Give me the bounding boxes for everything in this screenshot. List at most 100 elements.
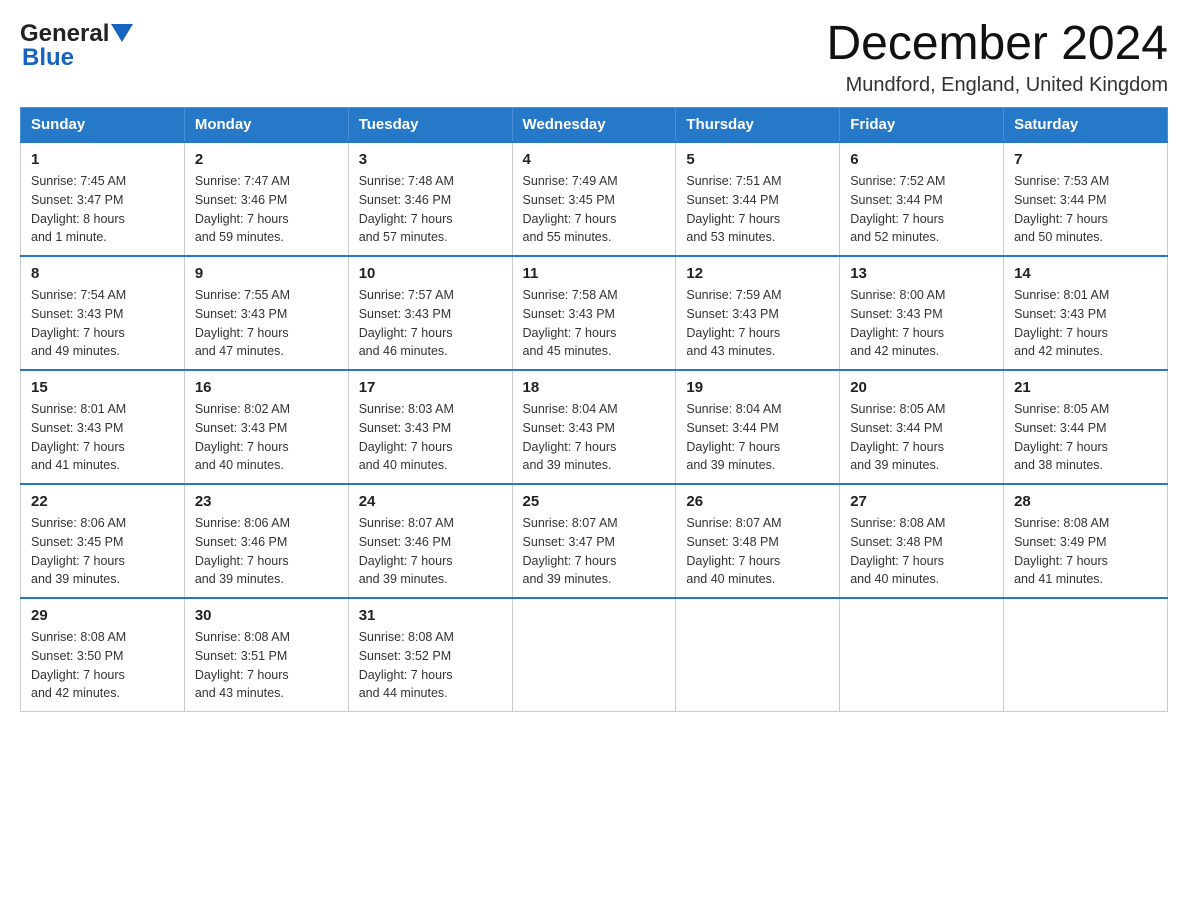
day-info: Sunrise: 8:06 AMSunset: 3:46 PMDaylight:… [195,514,338,589]
day-number: 14 [1014,265,1157,282]
day-info: Sunrise: 8:08 AMSunset: 3:51 PMDaylight:… [195,628,338,703]
calendar-cell: 11 Sunrise: 7:58 AMSunset: 3:43 PMDayligh… [512,256,676,370]
day-number: 1 [31,151,174,168]
calendar-cell: 13 Sunrise: 8:00 AMSunset: 3:43 PMDayligh… [840,256,1004,370]
header-cell-wednesday: Wednesday [512,108,676,143]
calendar-cell: 24Sunrise: 8:07 AMSunset: 3:46 PMDayligh… [348,484,512,598]
day-info: Sunrise: 7:59 AMSunset: 3:43 PMDaylight:… [686,286,829,361]
day-number: 16 [195,379,338,396]
day-info: Sunrise: 8:06 AMSunset: 3:45 PMDaylight:… [31,514,174,589]
calendar-cell: 14 Sunrise: 8:01 AMSunset: 3:43 PMDayligh… [1004,256,1168,370]
day-info: Sunrise: 8:04 AMSunset: 3:44 PMDaylight:… [686,400,829,475]
calendar-cell: 9 Sunrise: 7:55 AMSunset: 3:43 PMDaylight… [184,256,348,370]
calendar-cell: 29Sunrise: 8:08 AMSunset: 3:50 PMDayligh… [21,598,185,712]
calendar-week-2: 8Sunrise: 7:54 AMSunset: 3:43 PMDaylight… [21,256,1168,370]
day-number: 4 [523,151,666,168]
day-number: 9 [195,265,338,282]
day-info: Sunrise: 8:05 AMSunset: 3:44 PMDaylight:… [850,400,993,475]
day-number: 28 [1014,493,1157,510]
day-number: 12 [686,265,829,282]
day-info: Sunrise: 8:01 AMSunset: 3:43 PMDaylight:… [1014,286,1157,361]
day-number: 15 [31,379,174,396]
calendar-cell [840,598,1004,712]
calendar-cell: 20 Sunrise: 8:05 AMSunset: 3:44 PMDayligh… [840,370,1004,484]
calendar-body: 1 Sunrise: 7:45 AMSunset: 3:47 PMDaylight… [21,142,1168,712]
day-number: 17 [359,379,502,396]
day-info: Sunrise: 8:05 AMSunset: 3:44 PMDaylight:… [1014,400,1157,475]
day-number: 5 [686,151,829,168]
day-info: Sunrise: 8:00 AMSunset: 3:43 PMDaylight:… [850,286,993,361]
day-number: 31 [359,607,502,624]
day-info: Sunrise: 7:45 AMSunset: 3:47 PMDaylight:… [31,172,174,247]
header-cell-monday: Monday [184,108,348,143]
day-info: Sunrise: 7:47 AMSunset: 3:46 PMDaylight:… [195,172,338,247]
calendar-week-1: 1 Sunrise: 7:45 AMSunset: 3:47 PMDaylight… [21,142,1168,256]
calendar-week-3: 15 Sunrise: 8:01 AMSunset: 3:43 PMDayligh… [21,370,1168,484]
calendar-cell: 26 Sunrise: 8:07 AMSunset: 3:48 PMDayligh… [676,484,840,598]
header-cell-tuesday: Tuesday [348,108,512,143]
calendar-cell: 28 Sunrise: 8:08 AMSunset: 3:49 PMDayligh… [1004,484,1168,598]
day-number: 18 [523,379,666,396]
calendar-cell: 23 Sunrise: 8:06 AMSunset: 3:46 PMDayligh… [184,484,348,598]
day-number: 11 [523,265,666,282]
day-number: 23 [195,493,338,510]
calendar-cell: 21 Sunrise: 8:05 AMSunset: 3:44 PMDayligh… [1004,370,1168,484]
calendar-cell: 1 Sunrise: 7:45 AMSunset: 3:47 PMDaylight… [21,142,185,256]
header-cell-saturday: Saturday [1004,108,1168,143]
day-number: 6 [850,151,993,168]
calendar-cell: 19 Sunrise: 8:04 AMSunset: 3:44 PMDayligh… [676,370,840,484]
day-number: 19 [686,379,829,396]
day-number: 10 [359,265,502,282]
day-number: 21 [1014,379,1157,396]
calendar-week-4: 22 Sunrise: 8:06 AMSunset: 3:45 PMDayligh… [21,484,1168,598]
day-info: Sunrise: 7:49 AMSunset: 3:45 PMDaylight:… [523,172,666,247]
calendar-cell: 2 Sunrise: 7:47 AMSunset: 3:46 PMDaylight… [184,142,348,256]
day-number: 30 [195,607,338,624]
day-info: Sunrise: 8:08 AMSunset: 3:49 PMDaylight:… [1014,514,1157,589]
day-number: 20 [850,379,993,396]
day-number: 13 [850,265,993,282]
calendar-cell: 27Sunrise: 8:08 AMSunset: 3:48 PMDayligh… [840,484,1004,598]
day-info: Sunrise: 7:53 AMSunset: 3:44 PMDaylight:… [1014,172,1157,247]
calendar-cell: 10Sunrise: 7:57 AMSunset: 3:43 PMDayligh… [348,256,512,370]
header-row: SundayMondayTuesdayWednesdayThursdayFrid… [21,108,1168,143]
day-info: Sunrise: 7:58 AMSunset: 3:43 PMDaylight:… [523,286,666,361]
day-number: 25 [523,493,666,510]
location-text: Mundford, England, United Kingdom [826,74,1168,97]
logo: General Blue [20,20,133,72]
day-info: Sunrise: 7:51 AMSunset: 3:44 PMDaylight:… [686,172,829,247]
calendar-cell: 16Sunrise: 8:02 AMSunset: 3:43 PMDayligh… [184,370,348,484]
day-info: Sunrise: 8:07 AMSunset: 3:48 PMDaylight:… [686,514,829,589]
calendar-cell: 17 Sunrise: 8:03 AMSunset: 3:43 PMDayligh… [348,370,512,484]
day-info: Sunrise: 8:03 AMSunset: 3:43 PMDaylight:… [359,400,502,475]
header-cell-friday: Friday [840,108,1004,143]
day-info: Sunrise: 8:07 AMSunset: 3:46 PMDaylight:… [359,514,502,589]
calendar-cell: 30 Sunrise: 8:08 AMSunset: 3:51 PMDayligh… [184,598,348,712]
calendar-table: SundayMondayTuesdayWednesdayThursdayFrid… [20,107,1168,712]
day-info: Sunrise: 8:04 AMSunset: 3:43 PMDaylight:… [523,400,666,475]
calendar-cell: 25 Sunrise: 8:07 AMSunset: 3:47 PMDayligh… [512,484,676,598]
day-number: 2 [195,151,338,168]
day-number: 26 [686,493,829,510]
day-number: 3 [359,151,502,168]
calendar-cell: 4 Sunrise: 7:49 AMSunset: 3:45 PMDaylight… [512,142,676,256]
calendar-cell: 3Sunrise: 7:48 AMSunset: 3:46 PMDaylight… [348,142,512,256]
day-info: Sunrise: 8:08 AMSunset: 3:50 PMDaylight:… [31,628,174,703]
logo-triangle-icon [111,24,133,46]
calendar-cell [676,598,840,712]
title-block: December 2024 Mundford, England, United … [826,20,1168,97]
logo-blue-text: Blue [22,44,74,72]
day-info: Sunrise: 7:55 AMSunset: 3:43 PMDaylight:… [195,286,338,361]
day-info: Sunrise: 8:07 AMSunset: 3:47 PMDaylight:… [523,514,666,589]
day-info: Sunrise: 8:01 AMSunset: 3:43 PMDaylight:… [31,400,174,475]
header-cell-thursday: Thursday [676,108,840,143]
calendar-cell: 7 Sunrise: 7:53 AMSunset: 3:44 PMDaylight… [1004,142,1168,256]
calendar-week-5: 29Sunrise: 8:08 AMSunset: 3:50 PMDayligh… [21,598,1168,712]
day-number: 7 [1014,151,1157,168]
calendar-cell [1004,598,1168,712]
day-info: Sunrise: 7:52 AMSunset: 3:44 PMDaylight:… [850,172,993,247]
page-header: General Blue December 2024 Mundford, Eng… [20,20,1168,97]
calendar-cell: 8Sunrise: 7:54 AMSunset: 3:43 PMDaylight… [21,256,185,370]
day-info: Sunrise: 8:08 AMSunset: 3:48 PMDaylight:… [850,514,993,589]
day-number: 22 [31,493,174,510]
